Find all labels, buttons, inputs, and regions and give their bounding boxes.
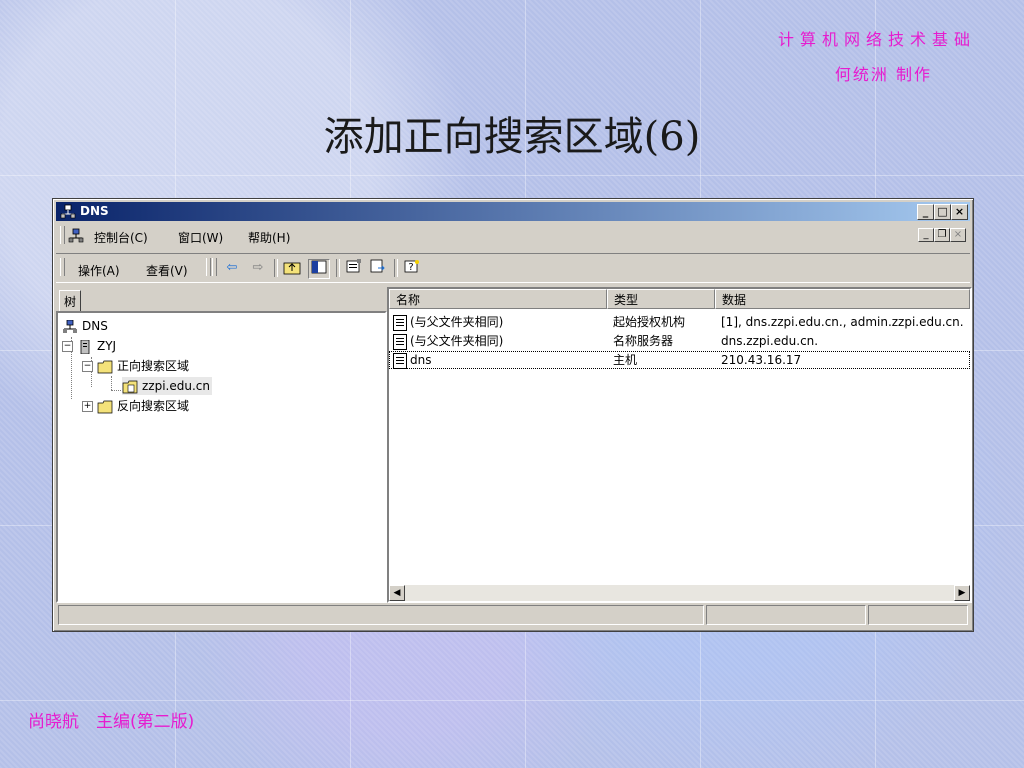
- mdi-restore-button[interactable]: ❐: [934, 228, 950, 242]
- background-grid: [0, 175, 1024, 176]
- column-header-name[interactable]: 名称: [389, 289, 607, 309]
- scroll-right-icon[interactable]: ▶: [954, 585, 970, 601]
- tree-item-label: 正向搜索区域: [117, 359, 190, 373]
- slide-footer: 尚晓航 主编(第二版): [28, 712, 195, 732]
- record-data: 210.43.16.17: [721, 353, 802, 367]
- record-type: 名称服务器: [613, 334, 674, 348]
- scroll-left-icon[interactable]: ◀: [389, 585, 405, 601]
- help-icon[interactable]: ?: [402, 259, 422, 277]
- toolbar: 操作(A) 查看(V) ⇦ ⇨ ?: [56, 253, 970, 283]
- tab-tree[interactable]: 树: [59, 290, 82, 313]
- dns-icon: [60, 204, 76, 219]
- menu-action[interactable]: 操作(A): [78, 262, 120, 279]
- menu-grip[interactable]: [60, 226, 65, 244]
- status-cell: [58, 605, 704, 625]
- record-data: dns.zzpi.edu.cn.: [721, 334, 819, 348]
- record-name: (与父文件夹相同): [410, 315, 504, 329]
- menu-bar: 控制台(C) 窗口(W) 帮助(H) _ ❐ ×: [56, 223, 970, 247]
- server-icon: [80, 339, 90, 354]
- mdi-close-button[interactable]: ×: [950, 228, 966, 242]
- maximize-button[interactable]: □: [934, 204, 951, 220]
- menu-help[interactable]: 帮助(H): [248, 229, 290, 246]
- tree-connector: [111, 376, 112, 390]
- tree-pane: DNS − ZYJ − 正向搜索区域 zzpi.edu.cn + 反向搜索区域: [56, 311, 387, 603]
- properties-icon[interactable]: [344, 259, 364, 277]
- console-icon: [68, 228, 84, 243]
- record-name: dns: [410, 353, 432, 367]
- tree-item-server[interactable]: − ZYJ: [62, 337, 116, 355]
- record-list: 名称 类型 数据 (与父文件夹相同) 起始授权机构 [1], dns.zzpi.…: [387, 287, 972, 603]
- record-data: [1], dns.zzpi.edu.cn., admin.zzpi.edu.cn…: [721, 315, 964, 329]
- export-list-icon[interactable]: [368, 259, 388, 277]
- background-grid: [0, 700, 1024, 701]
- menu-view[interactable]: 查看(V): [146, 262, 188, 279]
- toolbar-separator: [274, 259, 278, 277]
- tree-connector: [111, 390, 121, 391]
- status-cell: [868, 605, 968, 625]
- collapse-icon[interactable]: −: [82, 361, 93, 372]
- list-item[interactable]: (与父文件夹相同) 名称服务器 dns.zzpi.edu.cn.: [389, 332, 970, 350]
- dns-server-icon: [63, 319, 77, 333]
- window-title: DNS: [80, 204, 109, 218]
- dns-window: DNS _ □ × 控制台(C) 窗口(W) 帮助(H) _ ❐ × 操作(A)…: [52, 198, 974, 632]
- expand-icon[interactable]: +: [82, 401, 93, 412]
- tree-item-forward-zones[interactable]: − 正向搜索区域: [82, 357, 189, 375]
- status-bar: [56, 605, 970, 625]
- course-title: 计算机网络技术基础: [777, 30, 976, 49]
- status-cell: [706, 605, 866, 625]
- mdi-minimize-button[interactable]: _: [918, 228, 934, 242]
- record-icon: [393, 314, 407, 331]
- svg-text:?: ?: [408, 262, 413, 273]
- back-arrow-icon[interactable]: ⇦: [222, 259, 242, 277]
- forward-arrow-icon[interactable]: ⇨: [248, 259, 268, 277]
- horizontal-scrollbar[interactable]: ◀ ▶: [389, 585, 970, 601]
- record-name: (与父文件夹相同): [410, 334, 504, 348]
- folder-icon: [97, 400, 113, 413]
- minimize-button[interactable]: _: [917, 204, 934, 220]
- record-icon: [393, 333, 407, 350]
- record-icon: [393, 352, 407, 369]
- up-folder-icon[interactable]: [282, 259, 302, 277]
- column-header-type[interactable]: 类型: [607, 289, 715, 309]
- column-header-data[interactable]: 数据: [715, 289, 970, 309]
- toolbar-grip: [206, 258, 211, 276]
- slide-title: 添加正向搜索区域(6): [323, 114, 701, 160]
- menu-window[interactable]: 窗口(W): [178, 229, 223, 246]
- toolbar-separator: [394, 259, 398, 277]
- tree-tab-bar: 树: [56, 287, 383, 313]
- toolbar-grip: [212, 258, 217, 276]
- zone-icon: [122, 380, 138, 393]
- tree-item-zone[interactable]: zzpi.edu.cn: [122, 377, 212, 395]
- slide-author: 何统洲 制作: [834, 65, 932, 84]
- toolbar-grip[interactable]: [60, 258, 65, 276]
- tree-item-reverse-zones[interactable]: + 反向搜索区域: [82, 397, 189, 415]
- list-item[interactable]: dns 主机 210.43.16.17: [389, 351, 970, 369]
- tree-item-dns[interactable]: DNS: [62, 317, 108, 335]
- tree-item-label: DNS: [82, 319, 108, 333]
- record-type: 主机: [613, 353, 638, 367]
- title-bar[interactable]: DNS _ □ ×: [56, 202, 970, 221]
- toolbar-separator: [336, 259, 340, 277]
- tree-item-label: 反向搜索区域: [117, 399, 190, 413]
- list-item[interactable]: (与父文件夹相同) 起始授权机构 [1], dns.zzpi.edu.cn., …: [389, 313, 970, 331]
- close-button[interactable]: ×: [951, 204, 968, 220]
- menu-console[interactable]: 控制台(C): [94, 229, 148, 246]
- collapse-icon[interactable]: −: [62, 341, 73, 352]
- folder-icon: [97, 360, 113, 373]
- tree-item-label: zzpi.edu.cn: [142, 379, 210, 393]
- record-type: 起始授权机构: [613, 315, 686, 329]
- tree-item-label: ZYJ: [97, 339, 117, 353]
- show-tree-icon[interactable]: [308, 259, 330, 279]
